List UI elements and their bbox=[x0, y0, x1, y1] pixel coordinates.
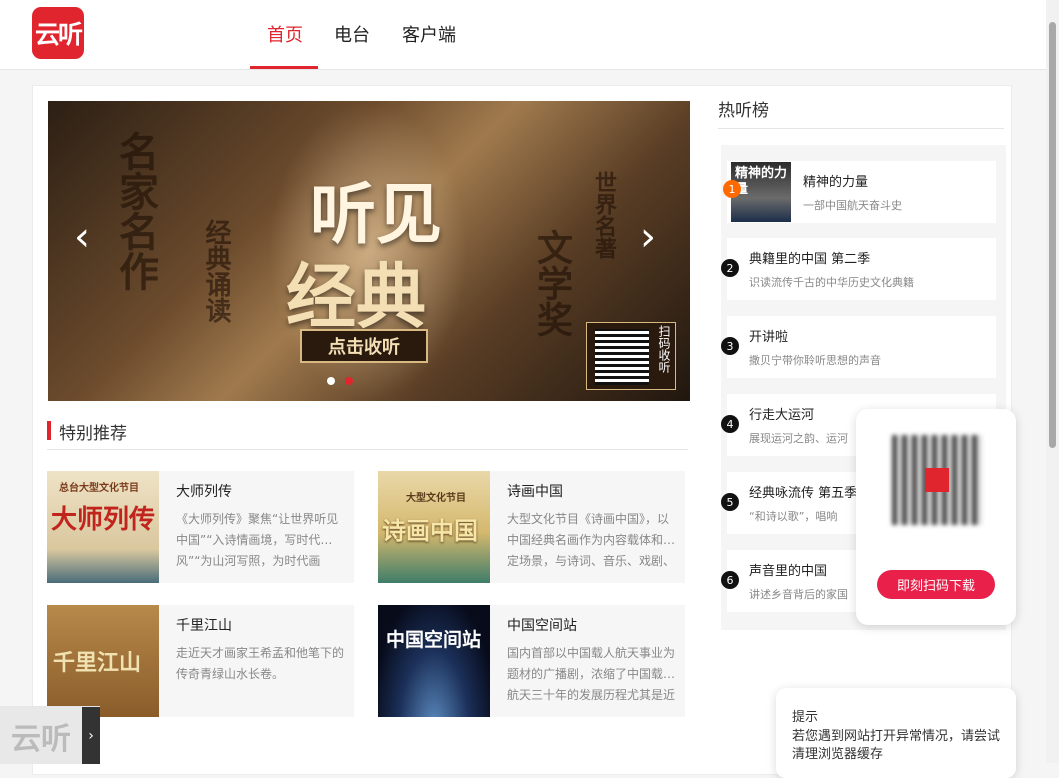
site-header: 云听 首页 电台 客户端 bbox=[0, 0, 1046, 70]
carousel-dot-1[interactable] bbox=[327, 377, 335, 385]
banner-side-text-right: 世界名著 bbox=[591, 171, 617, 259]
site-logo[interactable]: 云听 bbox=[32, 7, 84, 59]
card-desc: 走近天才画家王希孟和他笔下的传奇青绿山水长卷。 bbox=[176, 646, 345, 681]
special-section-title: 特别推荐 bbox=[59, 424, 127, 444]
tip-title: 提示 bbox=[792, 710, 819, 725]
hot-item-desc: 讲述乡音背后的家国 bbox=[749, 588, 848, 601]
chevron-left-icon[interactable]: ‹ bbox=[74, 214, 90, 260]
hot-item-desc: 展现运河之韵、运河 bbox=[749, 432, 848, 445]
hot-item-name: 典籍里的中国 第二季 bbox=[749, 252, 871, 267]
card-desc: 大型文化节目《诗画中国》，以中国经典名画作为内容载体和…定场景，与诗词、音乐、戏… bbox=[507, 512, 676, 568]
section-divider bbox=[47, 449, 688, 450]
recommend-card[interactable]: 中国空间站 中国空间站 国内首部以中国载人航天事业为题材的广播剧，浓缩了中国载…… bbox=[378, 605, 685, 717]
hot-list-title: 热听榜 bbox=[718, 101, 769, 121]
banner-carousel[interactable]: 名家名作 经典诵读 世界名著 文学奖 听见 经典 点击收听 扫码收听 ‹ › bbox=[48, 101, 690, 401]
recommend-card[interactable]: 千里江山 千里江山 走近天才画家王希孟和他笔下的传奇青绿山水长卷。 bbox=[47, 605, 354, 717]
rank-badge: 1 bbox=[723, 180, 741, 198]
mini-player: 云听 › bbox=[0, 706, 100, 764]
banner-side-text-left: 名家名作 bbox=[112, 131, 159, 291]
banner-title-main: 经典 bbox=[286, 255, 426, 338]
banner-listen-button[interactable]: 点击收听 bbox=[300, 329, 428, 363]
cover-title: 千里江山 bbox=[53, 650, 142, 676]
banner-qr-caption: 扫码收听 bbox=[657, 325, 671, 373]
rank-badge: 4 bbox=[721, 415, 739, 433]
rank-badge: 2 bbox=[721, 259, 739, 277]
card-desc: 《大师列传》聚焦“让世界听见中国”“入诗情画境，写时代…风”“为山河写照，为时代… bbox=[176, 512, 339, 568]
tip-popup: 提示 若您遇到网站打开异常情况，请尝试清理浏览器缓存 bbox=[776, 688, 1016, 778]
hot-item-name: 声音里的中国 bbox=[749, 564, 828, 579]
chevron-right-icon[interactable]: › bbox=[82, 707, 100, 764]
rank-badge: 3 bbox=[721, 337, 739, 355]
card-cover: 总台大型文化节目 大师列传 bbox=[47, 471, 159, 583]
rank-badge: 6 bbox=[721, 571, 739, 589]
hot-list-item[interactable]: 3 开讲啦 撒贝宁带你聆听思想的声音 bbox=[721, 316, 996, 378]
qr-center-logo bbox=[925, 468, 949, 492]
qr-code-icon bbox=[595, 329, 649, 385]
cover-title: 中国空间站 bbox=[386, 629, 482, 651]
card-title: 中国空间站 bbox=[507, 618, 577, 634]
cover-title: 诗画中国 bbox=[382, 516, 478, 545]
section-marker bbox=[47, 421, 51, 440]
nav-active-indicator bbox=[250, 66, 318, 69]
cover-title: 大师列传 bbox=[51, 505, 156, 535]
hot-list-item[interactable]: 2 典籍里的中国 第二季 识读流传千古的中华历史文化典籍 bbox=[721, 238, 996, 300]
download-button[interactable]: 即刻扫码下载 bbox=[877, 570, 995, 599]
hot-item-desc: 识读流传千古的中华历史文化典籍 bbox=[749, 276, 914, 289]
hot-item-name: 经典咏流传 第五季 bbox=[749, 486, 858, 501]
page-scrollbar[interactable] bbox=[1046, 0, 1059, 763]
card-title: 大师列传 bbox=[176, 484, 232, 500]
hot-list-item[interactable]: 精神的力量 1 精神的力量 一部中国航天奋斗史 bbox=[723, 161, 996, 223]
card-title: 千里江山 bbox=[176, 618, 232, 634]
hot-item-name: 行走大运河 bbox=[749, 408, 815, 423]
cover-caption: 总台大型文化节目 bbox=[59, 483, 139, 494]
download-qr-popup: 即刻扫码下载 bbox=[856, 409, 1016, 625]
carousel-dot-2[interactable] bbox=[345, 377, 353, 385]
hot-item-desc: 一部中国航天奋斗史 bbox=[803, 199, 902, 212]
player-thumbnail[interactable]: 云听 bbox=[0, 707, 82, 764]
banner-side-text-left2: 经典诵读 bbox=[201, 219, 231, 323]
nav-home[interactable]: 首页 bbox=[267, 21, 303, 47]
chevron-right-icon[interactable]: › bbox=[640, 214, 656, 260]
hot-item-name: 开讲啦 bbox=[749, 330, 789, 345]
card-desc: 国内首部以中国载人航天事业为题材的广播剧，浓缩了中国载…航天三十年的发展历程尤其… bbox=[507, 646, 676, 702]
recommend-card[interactable]: 大型文化节目 诗画中国 诗画中国 大型文化节目《诗画中国》，以中国经典名画作为内… bbox=[378, 471, 685, 583]
banner-qr: 扫码收听 bbox=[586, 322, 676, 390]
tip-text: 若您遇到网站打开异常情况，请尝试清理浏览器缓存 bbox=[792, 729, 1001, 762]
card-title: 诗画中国 bbox=[507, 484, 563, 500]
nav-client[interactable]: 客户端 bbox=[402, 21, 456, 47]
hot-list-divider bbox=[718, 128, 1004, 129]
rank-badge: 5 bbox=[721, 493, 739, 511]
banner-side-text-right2: 文学奖 bbox=[531, 229, 573, 337]
hot-item-name: 精神的力量 bbox=[803, 175, 869, 190]
recommend-card[interactable]: 总台大型文化节目 大师列传 大师列传 《大师列传》聚焦“让世界听见中国”“入诗情… bbox=[47, 471, 354, 583]
cover-caption: 大型文化节目 bbox=[406, 493, 466, 504]
nav-radio[interactable]: 电台 bbox=[334, 21, 370, 47]
card-cover: 大型文化节目 诗画中国 bbox=[378, 471, 490, 583]
hot-item-desc: 撒贝宁带你聆听思想的声音 bbox=[749, 354, 881, 367]
hot-item-desc: “和诗以歌”，唱响 bbox=[749, 510, 838, 523]
scrollbar-thumb[interactable] bbox=[1049, 22, 1056, 448]
card-cover: 中国空间站 bbox=[378, 605, 490, 717]
card-cover: 千里江山 bbox=[47, 605, 159, 717]
